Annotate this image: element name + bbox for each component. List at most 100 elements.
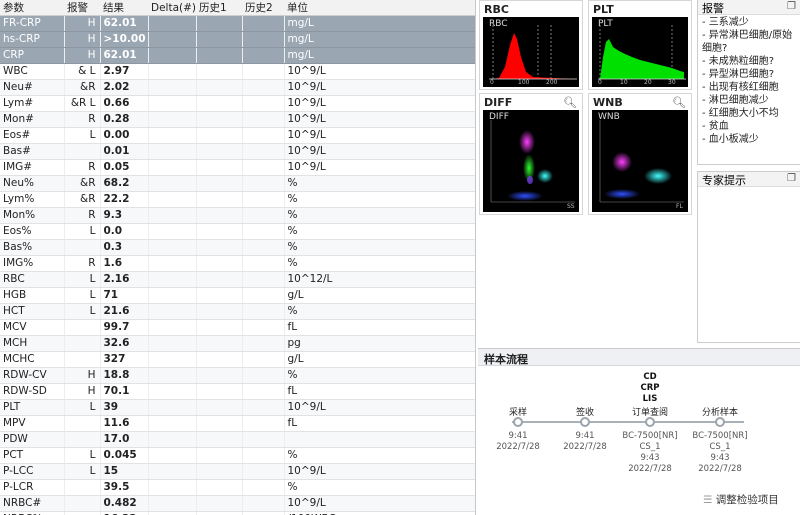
history1-cell <box>196 287 243 304</box>
unit-cell: /100WBC <box>284 511 475 515</box>
history2-cell <box>242 319 285 336</box>
table-row[interactable]: CRP H 62.01 mg/L <box>0 47 475 64</box>
history2-cell <box>242 335 285 352</box>
history2-cell <box>242 47 285 64</box>
maximize-icon[interactable]: ❐ <box>787 1 796 12</box>
col-header-history1[interactable]: 历史1 <box>196 0 242 16</box>
flag-cell <box>64 335 101 352</box>
param-cell: P-LCC <box>0 463 65 480</box>
flag-cell: L <box>64 287 101 304</box>
table-row[interactable]: Mon% R 9.3% <box>0 207 475 224</box>
table-row[interactable]: MCH 32.6 pg <box>0 335 475 352</box>
table-row[interactable]: hs-CRP H >10.00 mg/L <box>0 31 475 48</box>
unit-cell: 10^9/L <box>284 495 475 512</box>
history1-cell <box>196 383 243 400</box>
table-row[interactable]: Neu# &R 2.02 10^9/L <box>0 79 475 96</box>
sample-flow-panel: 样本流程 CD CRP LIS 采样 9:41 2022/7/28 签收 9:4… <box>478 348 800 515</box>
flag-cell: R <box>64 159 101 176</box>
table-row[interactable]: NRBC# 0.482 10^9/L <box>0 495 475 512</box>
col-header-history2[interactable]: 历史2 <box>242 0 284 16</box>
table-row[interactable]: RDW-SD H 70.1 fL <box>0 383 475 400</box>
unit-cell: 10^9/L <box>284 159 475 176</box>
history1-cell <box>196 271 243 288</box>
flag-cell <box>64 479 101 496</box>
flag-cell: H <box>64 31 101 48</box>
table-row[interactable]: P-LCC L 15 10^9/L <box>0 463 475 480</box>
rbc-histogram-plot: RBC 0 100 200 <box>483 17 579 87</box>
step-time: 9:43 <box>710 453 730 463</box>
table-row[interactable]: Eos% L 0.0% <box>0 223 475 240</box>
table-row[interactable]: Mon# R 0.28 10^9/L <box>0 111 475 128</box>
history2-cell <box>242 15 285 32</box>
delta-cell <box>148 271 197 288</box>
rbc-plot-label: RBC <box>489 19 508 29</box>
table-row[interactable]: IMG# R 0.05 10^9/L <box>0 159 475 176</box>
diff-scatter-panel[interactable]: DIFF 🔍︎ DIFF SS <box>479 93 583 215</box>
flag-cell: &R L <box>64 95 101 112</box>
table-row[interactable]: HCT L 21.6% <box>0 303 475 320</box>
history1-cell <box>196 367 243 384</box>
flag-cell: H <box>64 15 101 32</box>
table-row[interactable]: IMG% R 1.6% <box>0 255 475 272</box>
col-header-delta[interactable]: Delta(#) <box>148 0 196 16</box>
alarm-item: - 红细胞大小不均 <box>702 108 779 119</box>
table-row[interactable]: PCT L 0.045% <box>0 447 475 464</box>
rbc-axis-0: 0 <box>490 79 494 86</box>
rbc-axis-100: 100 <box>518 79 530 86</box>
table-row[interactable]: Neu% &R 68.2% <box>0 175 475 192</box>
expert-tips-header: 专家提示 ❐ <box>698 172 800 187</box>
table-row[interactable]: MCHC 327 g/L <box>0 351 475 368</box>
delta-cell <box>148 415 197 432</box>
wnb-scatter-panel[interactable]: WNB 🔍︎ WNB FL <box>588 93 692 215</box>
table-row[interactable]: RDW-CV H 18.8% <box>0 367 475 384</box>
plt-histogram-panel[interactable]: PLT PLT 0 10 20 30 <box>588 0 692 90</box>
table-row[interactable]: P-LCR 39.5% <box>0 479 475 496</box>
history2-cell <box>242 463 285 480</box>
alarm-item: - 血小板减少 <box>702 134 759 145</box>
step-operator: CS_1 <box>709 442 731 452</box>
unit-cell: % <box>284 191 475 208</box>
table-row[interactable]: FR-CRP H 62.01 mg/L <box>0 15 475 32</box>
rbc-histogram-panel[interactable]: RBC RBC 0 100 200 <box>479 0 583 90</box>
param-cell: RDW-CV <box>0 367 65 384</box>
table-row[interactable]: Lym# &R L 0.66 10^9/L <box>0 95 475 112</box>
plt-axis-20: 20 <box>644 79 652 86</box>
col-header-result[interactable]: 结果 <box>100 0 148 16</box>
param-cell: Bas# <box>0 143 65 160</box>
zoom-icon[interactable]: 🔍︎ <box>563 96 577 109</box>
unit-cell <box>284 431 475 448</box>
alarm-report-title: 报警 <box>702 2 724 15</box>
table-row[interactable]: Lym% &R 22.2% <box>0 191 475 208</box>
table-row[interactable]: PLT L 39 10^9/L <box>0 399 475 416</box>
param-cell: Eos% <box>0 223 65 240</box>
table-row[interactable]: PDW 17.0 <box>0 431 475 448</box>
table-row[interactable]: Eos# L 0.00 10^9/L <box>0 127 475 144</box>
list-icon: ☰ <box>703 494 713 506</box>
delta-cell <box>148 255 197 272</box>
flag-cell: L <box>64 303 101 320</box>
table-row[interactable]: Bas# 0.01 10^9/L <box>0 143 475 160</box>
history2-cell <box>242 63 285 80</box>
maximize-icon[interactable]: ❐ <box>787 173 796 184</box>
col-header-param[interactable]: 参数 <box>0 0 64 16</box>
delta-cell <box>148 383 197 400</box>
result-cell: 68.2 <box>100 175 149 192</box>
history1-cell <box>196 223 243 240</box>
table-row[interactable]: RBC L 2.16 10^12/L <box>0 271 475 288</box>
unit-cell: 10^9/L <box>284 111 475 128</box>
history1-cell <box>196 351 243 368</box>
adjust-test-items-button[interactable]: ☰ 调整检验项目 <box>703 492 779 507</box>
zoom-icon[interactable]: 🔍︎ <box>672 96 686 109</box>
param-cell: PCT <box>0 447 65 464</box>
flow-test-item: CD <box>643 372 657 382</box>
table-row[interactable]: Bas% 0.3% <box>0 239 475 256</box>
col-header-flag[interactable]: 报警 <box>64 0 100 16</box>
table-row[interactable]: WBC & L 2.97 10^9/L <box>0 63 475 80</box>
table-row[interactable]: MPV 11.6 fL <box>0 415 475 432</box>
table-row[interactable]: MCV 99.7 fL <box>0 319 475 336</box>
unit-cell: mg/L <box>284 15 475 32</box>
col-header-unit[interactable]: 单位 <box>284 0 475 16</box>
table-row[interactable]: NRBC% 16.22/100WBC <box>0 511 475 515</box>
history1-cell <box>196 303 243 320</box>
table-row[interactable]: HGB L 71 g/L <box>0 287 475 304</box>
